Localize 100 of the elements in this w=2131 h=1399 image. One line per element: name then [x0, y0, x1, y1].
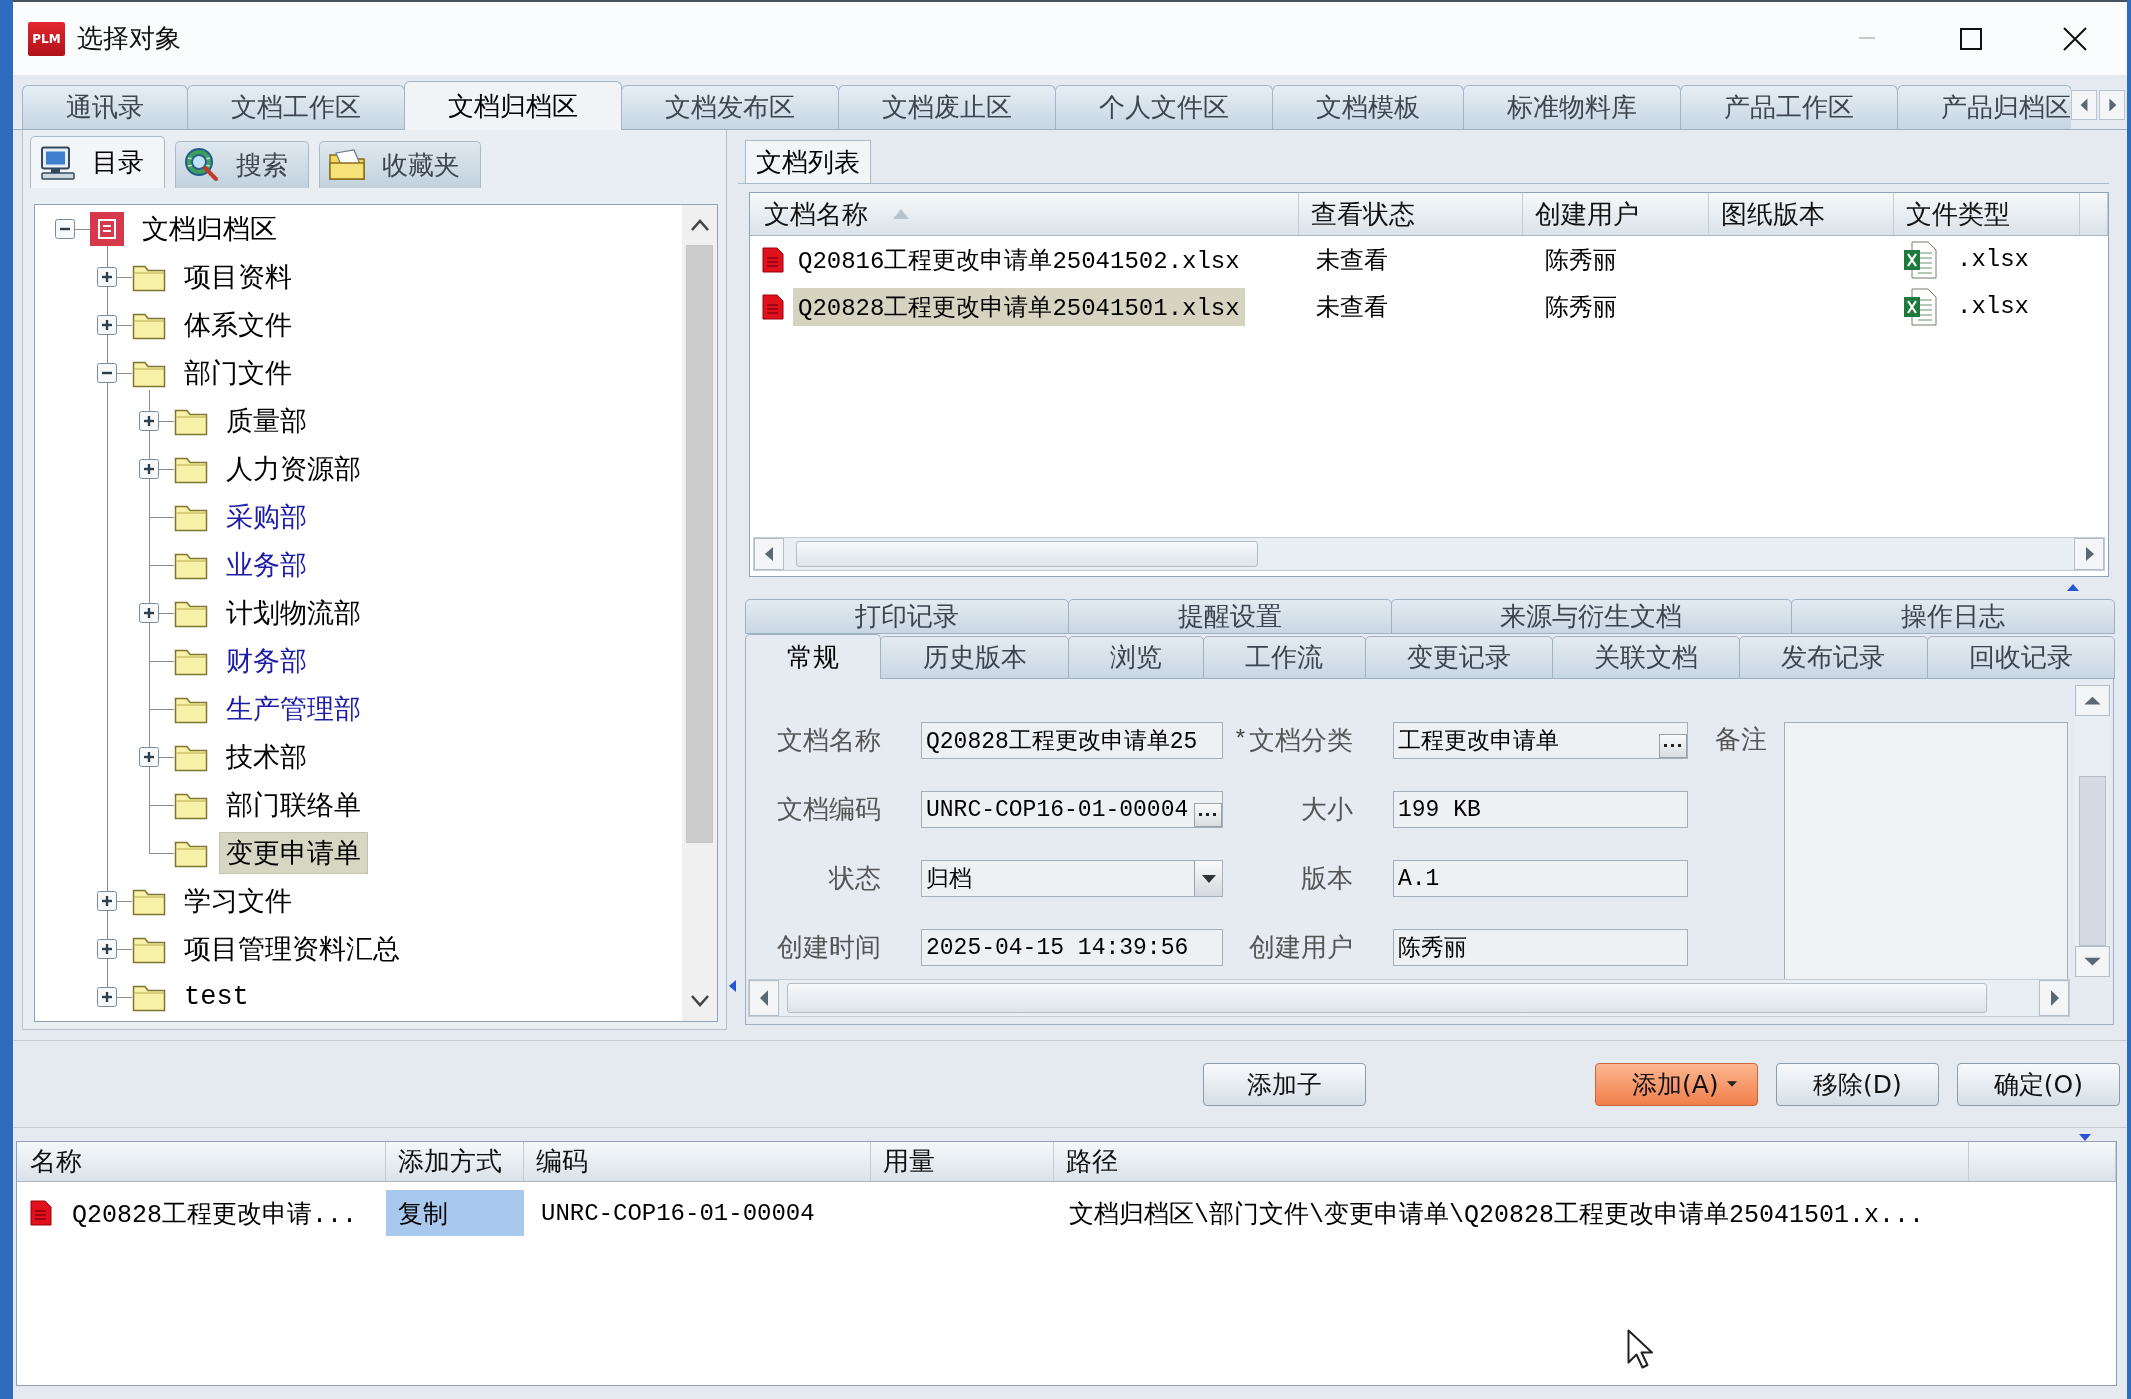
browse-button[interactable] [1659, 734, 1687, 758]
tab[interactable]: 历史版本 [880, 636, 1069, 679]
tab[interactable]: 收藏夹 [319, 141, 481, 188]
splitter-arrow-icon[interactable] [2067, 583, 2079, 591]
tree-item[interactable]: 部门文件 [177, 352, 299, 394]
minus-box-icon[interactable] [55, 219, 75, 239]
plus-box-icon[interactable] [139, 603, 159, 623]
tree-item[interactable]: 体系文件 [177, 304, 299, 346]
chevron-up-icon[interactable] [689, 219, 710, 231]
plus-box-icon[interactable] [97, 891, 117, 911]
tree-item[interactable]: 学习文件 [177, 880, 299, 922]
input-field[interactable]: UNRC-COP16-01-00004 [921, 791, 1223, 828]
plus-box-icon[interactable] [139, 747, 159, 767]
plus-box-icon[interactable] [97, 987, 117, 1007]
plus-box-icon[interactable] [139, 411, 159, 431]
maximize-icon[interactable] [1960, 27, 1982, 50]
tab[interactable]: 关联文档 [1551, 636, 1741, 679]
scrollbar-thumb[interactable] [787, 983, 1987, 1013]
tab[interactable]: 变更记录 [1364, 636, 1553, 679]
plus-box-icon[interactable] [139, 459, 159, 479]
input-field[interactable]: 199 KB [1393, 791, 1688, 828]
column-header[interactable]: 编码 [524, 1142, 871, 1181]
table-cell[interactable]: 复制 [386, 1190, 524, 1236]
horizontal-scrollbar[interactable] [748, 979, 2070, 1017]
chevron-down-icon[interactable] [689, 995, 710, 1007]
tab[interactable]: 来源与衍生文档 [1390, 599, 1793, 634]
browse-button[interactable] [1194, 803, 1222, 827]
column-header[interactable]: 添加方式 [386, 1142, 524, 1181]
tree-item[interactable]: 项目管理资料汇总 [177, 928, 407, 970]
close-icon[interactable] [2063, 26, 2087, 51]
dropdown-button[interactable] [1194, 861, 1222, 896]
column-header[interactable]: 图纸版本 [1709, 193, 1894, 235]
tab[interactable]: 工作流 [1203, 636, 1366, 679]
tab[interactable]: 提醒设置 [1067, 599, 1392, 634]
tree-item[interactable]: 技术部 [219, 736, 314, 778]
tab[interactable]: 操作日志 [1791, 599, 2115, 634]
column-header[interactable]: 文件类型 [1894, 193, 2080, 235]
tree-item[interactable]: 生产管理部 [219, 688, 368, 730]
tab[interactable]: 文档废止区 [838, 85, 1056, 130]
plus-box-icon[interactable] [97, 939, 117, 959]
column-header[interactable]: 文档名称 [750, 193, 1299, 235]
scrollbar-thumb[interactable] [686, 245, 713, 843]
dropdown[interactable]: 归档 [921, 860, 1223, 897]
column-header[interactable]: 查看状态 [1299, 193, 1523, 235]
table-cell[interactable]: Q20816工程更改申请单25041502.xlsx [793, 240, 1245, 279]
push-button[interactable]: 移除(D) [1775, 1062, 1939, 1106]
caret-down-icon[interactable] [2075, 946, 2110, 977]
tree-item[interactable]: 文档归档区 [135, 208, 284, 250]
column-header[interactable]: 用量 [871, 1142, 1054, 1181]
tree-item[interactable]: 采购部 [219, 496, 314, 538]
tab[interactable]: 浏览 [1067, 636, 1205, 679]
caret-right-icon[interactable] [2099, 90, 2125, 120]
tab[interactable]: 产品工作区 [1680, 85, 1898, 130]
tree-item[interactable]: 业务部 [219, 544, 314, 586]
tree-item[interactable]: 部门联络单 [219, 784, 368, 826]
push-button[interactable]: 确定(O) [1956, 1062, 2120, 1106]
input-field[interactable]: Q20828工程更改申请单25 [921, 722, 1223, 759]
column-header[interactable]: 名称 [17, 1142, 386, 1181]
splitter-arrow-icon[interactable] [2079, 1134, 2091, 1141]
scrollbar-thumb[interactable] [796, 541, 1258, 567]
tab[interactable]: 文档工作区 [187, 85, 405, 130]
horizontal-scrollbar[interactable] [753, 537, 2105, 571]
tab[interactable]: 文档归档区 [404, 81, 622, 130]
tree-item[interactable]: 变更申请单 [219, 832, 368, 874]
input-field[interactable]: 工程更改申请单 [1393, 722, 1688, 759]
column-header[interactable]: 路径 [1054, 1142, 1969, 1181]
tab[interactable]: 目录 [30, 136, 165, 188]
tab[interactable]: 文档模板 [1272, 85, 1464, 130]
caret-right-icon[interactable] [2074, 538, 2104, 570]
table-cell[interactable]: Q20828工程更改申请单25041501.xlsx [793, 287, 1245, 326]
tab[interactable]: 回收记录 [1926, 636, 2115, 679]
splitter-arrow-icon[interactable] [729, 980, 736, 992]
input-field[interactable]: 2025-04-15 14:39:56 [921, 929, 1223, 966]
tab[interactable]: 文档发布区 [621, 85, 839, 130]
tree-item[interactable]: 财务部 [219, 640, 314, 682]
tab[interactable]: 搜索 [175, 141, 309, 188]
input-field[interactable]: 陈秀丽 [1393, 929, 1688, 966]
tab[interactable]: 打印记录 [745, 599, 1069, 634]
tree-item[interactable]: 质量部 [219, 400, 314, 442]
caret-left-icon[interactable] [754, 538, 784, 570]
caret-up-icon[interactable] [2075, 685, 2110, 716]
split-button[interactable]: 添加(A) [1594, 1062, 1758, 1106]
tree-item[interactable]: test [177, 979, 256, 1015]
tab[interactable]: 个人文件区 [1055, 85, 1273, 130]
tree-item[interactable]: 人力资源部 [219, 448, 368, 490]
plus-box-icon[interactable] [97, 267, 117, 287]
tab[interactable]: 通讯录 [22, 85, 188, 130]
push-button[interactable]: 添加子 [1202, 1062, 1366, 1106]
tab[interactable]: 发布记录 [1739, 636, 1928, 679]
tab[interactable]: 标准物料库 [1463, 85, 1681, 130]
column-header[interactable]: 创建用户 [1523, 193, 1709, 235]
caret-right-icon[interactable] [2039, 980, 2069, 1016]
vertical-scrollbar[interactable] [682, 205, 717, 1021]
caret-left-icon[interactable] [2071, 90, 2097, 120]
tree-item[interactable]: 项目资料 [177, 256, 299, 298]
caret-left-icon[interactable] [749, 980, 779, 1016]
tree-item[interactable]: 计划物流部 [219, 592, 368, 634]
scrollbar-thumb[interactable] [2079, 776, 2106, 946]
tab[interactable]: 常规 [745, 634, 882, 679]
vertical-scrollbar[interactable] [2075, 685, 2110, 977]
